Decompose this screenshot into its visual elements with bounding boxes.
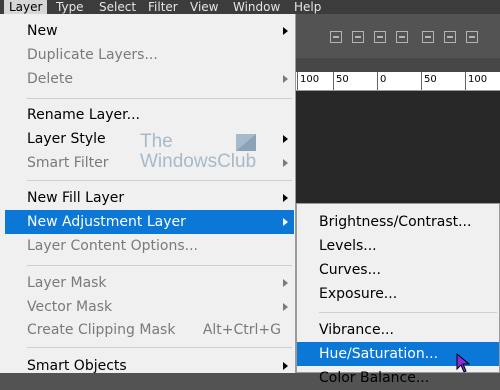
submenu-item-curves[interactable]: Curves... xyxy=(297,258,499,282)
align-vertical-center-icon[interactable] xyxy=(352,31,364,43)
menu-item-layer-mask: Layer Mask xyxy=(0,271,294,295)
menu-bar: Layer Type Select Filter View Window Hel… xyxy=(0,0,500,14)
submenu-arrow-icon xyxy=(283,75,288,83)
ruler-tick: 100 xyxy=(464,72,487,90)
menu-item-smart-objects[interactable]: Smart Objects xyxy=(0,354,294,378)
watermark-text: The xyxy=(140,131,173,152)
align-bottom-icon[interactable] xyxy=(374,31,386,43)
submenu-item-label: Levels... xyxy=(319,238,377,254)
ruler-tick: 100 xyxy=(296,72,319,90)
align-left-icon[interactable] xyxy=(396,31,408,43)
ruler-tick: 50 xyxy=(421,72,437,90)
submenu-item-label: Vibrance... xyxy=(319,322,394,338)
ruler-tick: 0 xyxy=(376,72,386,90)
submenu-item-exposure[interactable]: Exposure... xyxy=(297,282,499,306)
submenu-arrow-icon xyxy=(283,27,288,35)
menu-separator xyxy=(27,180,292,181)
submenu-arrow-icon xyxy=(283,194,288,202)
menu-item-label: Layer Content Options... xyxy=(27,238,198,254)
submenu-item-levels[interactable]: Levels... xyxy=(297,234,499,258)
submenu-item-brightness-contrast[interactable]: Brightness/Contrast... xyxy=(297,210,499,234)
menu-view[interactable]: View xyxy=(185,0,223,14)
menu-item-vector-mask: Vector Mask xyxy=(0,295,294,319)
menu-item-label: Layer Style xyxy=(27,131,106,147)
submenu-item-label: Curves... xyxy=(319,262,381,278)
distribute-bottom-icon[interactable] xyxy=(466,31,478,43)
menu-separator xyxy=(27,265,292,266)
menu-item-duplicate-layers: Duplicate Layers... xyxy=(0,43,294,67)
submenu-arrow-icon xyxy=(283,362,288,370)
menu-select[interactable]: Select xyxy=(94,0,141,14)
menu-item-label: Duplicate Layers... xyxy=(27,47,158,63)
submenu-arrow-icon xyxy=(283,135,288,143)
align-top-icon[interactable] xyxy=(330,31,342,43)
submenu-item-label: Brightness/Contrast... xyxy=(319,214,472,230)
ruler-tick: 50 xyxy=(333,72,349,90)
mouse-pointer-icon xyxy=(456,353,470,373)
canvas-area[interactable] xyxy=(296,91,500,211)
layer-menu: New Duplicate Layers... Delete Rename La… xyxy=(0,14,296,374)
watermark-logo-icon xyxy=(236,134,256,151)
adjustment-submenu: Brightness/Contrast... Levels... Curves.… xyxy=(296,203,500,386)
menu-item-shortcut: Alt+Ctrl+G xyxy=(202,322,281,338)
menu-item-label: Delete xyxy=(27,71,73,87)
menu-item-layer-content-options: Layer Content Options... xyxy=(0,234,294,258)
menu-help[interactable]: Help xyxy=(289,0,326,14)
menu-item-new[interactable]: New xyxy=(0,19,294,43)
menu-item-rename-layer[interactable]: Rename Layer... xyxy=(0,103,294,127)
menu-item-new-adjustment-layer[interactable]: New Adjustment Layer xyxy=(5,210,294,234)
distribute-top-icon[interactable] xyxy=(422,31,434,43)
menu-item-new-fill-layer[interactable]: New Fill Layer xyxy=(0,186,294,210)
menu-item-delete: Delete xyxy=(0,67,294,91)
menu-item-create-clipping-mask: Create Clipping Mask Alt+Ctrl+G xyxy=(0,318,294,342)
distribute-center-icon[interactable] xyxy=(444,31,456,43)
submenu-item-label: Exposure... xyxy=(319,286,398,302)
menu-type[interactable]: Type xyxy=(51,0,89,14)
menu-separator xyxy=(27,347,292,348)
submenu-arrow-icon xyxy=(283,159,288,167)
submenu-item-vibrance[interactable]: Vibrance... xyxy=(297,318,499,342)
menu-item-label: New xyxy=(27,23,58,39)
submenu-arrow-icon xyxy=(283,218,288,226)
submenu-arrow-icon xyxy=(283,279,288,287)
menu-item-label: Layer Mask xyxy=(27,275,107,291)
submenu-separator xyxy=(319,312,497,313)
menu-item-label: Create Clipping Mask xyxy=(27,322,176,338)
watermark-text: WindowsClub xyxy=(140,151,257,172)
menu-item-label: Smart Objects xyxy=(27,358,127,374)
menu-filter[interactable]: Filter xyxy=(143,0,183,14)
menu-separator xyxy=(27,98,292,99)
document-tab[interactable] xyxy=(296,58,500,73)
menu-item-label: New Adjustment Layer xyxy=(27,214,186,230)
submenu-item-label: Color Balance... xyxy=(319,370,430,386)
menu-item-label: Rename Layer... xyxy=(27,107,140,123)
submenu-arrow-icon xyxy=(283,303,288,311)
menu-item-label: New Fill Layer xyxy=(27,190,125,206)
submenu-item-label: Hue/Saturation... xyxy=(319,346,439,362)
menu-window[interactable]: Window xyxy=(228,0,285,14)
menu-item-label: Smart Filter xyxy=(27,155,109,171)
menu-item-label: Vector Mask xyxy=(27,299,113,315)
horizontal-ruler: 100 50 0 50 100 xyxy=(296,72,500,91)
menu-layer[interactable]: Layer xyxy=(4,0,48,14)
